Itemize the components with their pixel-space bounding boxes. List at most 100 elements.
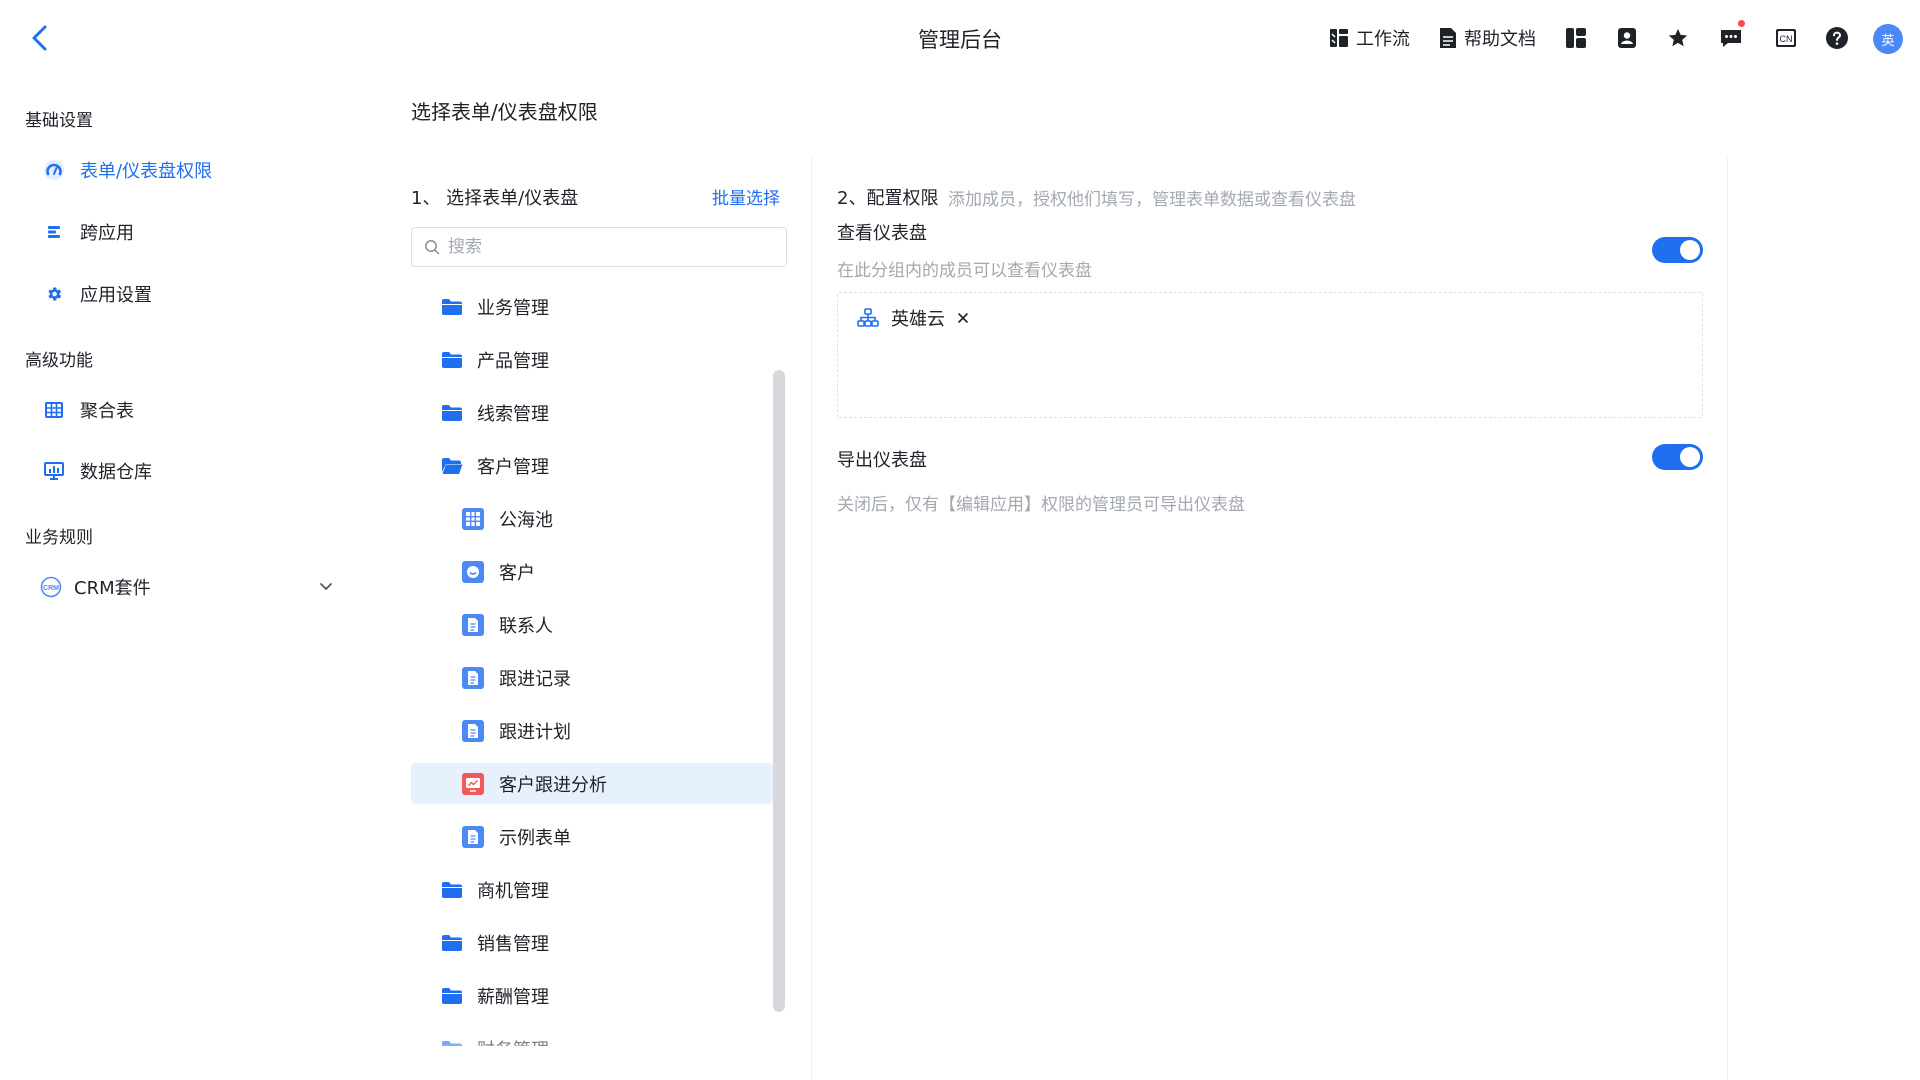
crm-icon: CRM [40, 576, 62, 598]
customer-form-icon [461, 560, 485, 584]
svg-text:CRM: CRM [43, 585, 59, 592]
language-button[interactable]: CN [1774, 24, 1798, 52]
toggle-knob [1680, 447, 1700, 467]
question-icon [1826, 27, 1848, 49]
tree-item[interactable]: 客户 [411, 551, 773, 592]
chevron-left-icon [32, 25, 47, 51]
sidebar-item-label: 应用设置 [80, 285, 152, 306]
tree-item[interactable]: 公海池 [411, 498, 773, 539]
star-icon [1668, 28, 1688, 47]
tree-item-label: 产品管理 [477, 350, 549, 372]
export-dashboard-toggle[interactable] [1652, 444, 1703, 470]
cross-app-icon [48, 226, 60, 238]
org-structure-icon [857, 308, 879, 327]
export-dashboard-title: 导出仪表盘 [837, 450, 927, 471]
folder-icon [441, 351, 463, 369]
tree-item[interactable]: 跟进记录 [411, 657, 773, 698]
sidebar-item-label: CRM套件 [74, 578, 151, 599]
sidebar-item-data-warehouse[interactable]: 数据仓库 [28, 449, 338, 493]
back-button[interactable] [26, 22, 54, 54]
contacts-icon [1618, 28, 1636, 48]
layout-button[interactable] [1565, 24, 1587, 52]
sidebar-item-form-dashboard-permissions[interactable]: 表单/仪表盘权限 [28, 148, 338, 192]
tree-folder[interactable]: 客户管理 [411, 445, 773, 486]
sidebar-section-title: 基础设置 [25, 111, 93, 131]
tree-item-label: 商机管理 [477, 880, 549, 902]
tree-item[interactable]: 跟进计划 [411, 710, 773, 751]
tree-item-label: 销售管理 [477, 933, 549, 955]
language-code: CN [1780, 34, 1793, 44]
chevron-down-icon[interactable] [319, 582, 333, 592]
help-docs-label: 帮助文档 [1464, 29, 1536, 50]
table-grid-icon [45, 402, 63, 418]
tree-item-label: 客户 [499, 562, 535, 584]
layout-icon [1566, 28, 1586, 48]
tree-item-label: 联系人 [499, 615, 553, 637]
favorites-button[interactable] [1667, 24, 1689, 52]
member-name: 英雄云 [891, 309, 945, 330]
sidebar-item-crm-suite[interactable]: CRM CRM套件 [28, 565, 338, 609]
tree-item-label: 示例表单 [499, 827, 571, 849]
folder-icon [441, 934, 463, 952]
tree-folder[interactable]: 商机管理 [411, 869, 773, 910]
form-document-icon [461, 666, 485, 690]
step1-title: 1、 选择表单/仪表盘 [411, 188, 579, 209]
folder-icon [441, 298, 463, 316]
toggle-knob [1680, 240, 1700, 260]
form-document-icon [461, 613, 485, 637]
contacts-button[interactable] [1616, 24, 1638, 52]
avatar[interactable]: 英 [1873, 24, 1903, 54]
sidebar-item-cross-app[interactable]: 跨应用 [28, 210, 338, 254]
member-tag: 英雄云 [857, 303, 969, 333]
search-box[interactable] [411, 227, 787, 267]
tree-item[interactable]: 示例表单 [411, 816, 773, 857]
tree-folder[interactable]: 薪酬管理 [411, 975, 773, 1016]
dashboard-chart-icon [461, 772, 485, 796]
search-icon [425, 240, 440, 255]
form-tree: 业务管理产品管理线索管理客户管理公海池客户联系人跟进记录跟进计划客户跟进分析 示例… [411, 286, 773, 1046]
remove-member-button[interactable] [957, 312, 969, 324]
view-dashboard-toggle[interactable] [1652, 237, 1703, 263]
dashboard-gauge-icon [44, 160, 64, 180]
data-warehouse-icon [44, 462, 64, 480]
help-docs-button[interactable]: 帮助文档 [1438, 24, 1536, 52]
tree-folder[interactable]: 销售管理 [411, 922, 773, 963]
table-icon [461, 507, 485, 531]
panel-divider [811, 158, 812, 1080]
tree-item[interactable]: 联系人 [411, 604, 773, 645]
tree-item-label: 跟进记录 [499, 668, 571, 690]
tree-item-label: 线索管理 [477, 403, 549, 425]
help-button[interactable] [1825, 24, 1849, 52]
tree-folder[interactable]: 线索管理 [411, 392, 773, 433]
search-input[interactable] [448, 237, 768, 257]
close-icon [958, 313, 968, 323]
export-dashboard-description: 关闭后，仅有【编辑应用】权限的管理员可导出仪表盘 [837, 495, 1245, 515]
sidebar-section-title: 高级功能 [25, 351, 93, 371]
tree-item-label: 公海池 [499, 509, 553, 531]
tree-item-label: 客户管理 [477, 456, 549, 478]
sidebar-item-aggregate-table[interactable]: 聚合表 [28, 388, 338, 432]
section-title: 选择表单/仪表盘权限 [411, 100, 598, 124]
step2-title: 2、配置权限 [837, 188, 939, 209]
form-document-icon [461, 825, 485, 849]
tree-item-label: 财务管理 [477, 1036, 549, 1047]
tree-folder[interactable]: 业务管理 [411, 286, 773, 327]
tree-folder[interactable]: 财务管理 [411, 1028, 773, 1046]
gear-icon [48, 287, 62, 301]
tree-item[interactable]: 客户跟进分析 [411, 763, 773, 804]
message-icon [1721, 30, 1741, 47]
top-bar: 管理后台 工作流 帮助文档 CN 英 [0, 0, 1920, 76]
tree-item-label: 客户跟进分析 [499, 774, 607, 796]
folder-icon [441, 987, 463, 1005]
batch-select-link[interactable]: 批量选择 [712, 184, 780, 209]
workflow-icon [1330, 29, 1348, 47]
sidebar-item-app-settings[interactable]: 应用设置 [28, 272, 338, 316]
messages-button[interactable] [1719, 24, 1743, 52]
tree-folder[interactable]: 产品管理 [411, 339, 773, 380]
folder-icon [441, 404, 463, 422]
document-icon [1440, 28, 1456, 48]
tree-scrollbar[interactable] [773, 370, 785, 1012]
view-dashboard-title: 查看仪表盘 [837, 223, 927, 244]
workflow-button[interactable]: 工作流 [1328, 24, 1410, 52]
folder-icon [441, 1040, 463, 1046]
